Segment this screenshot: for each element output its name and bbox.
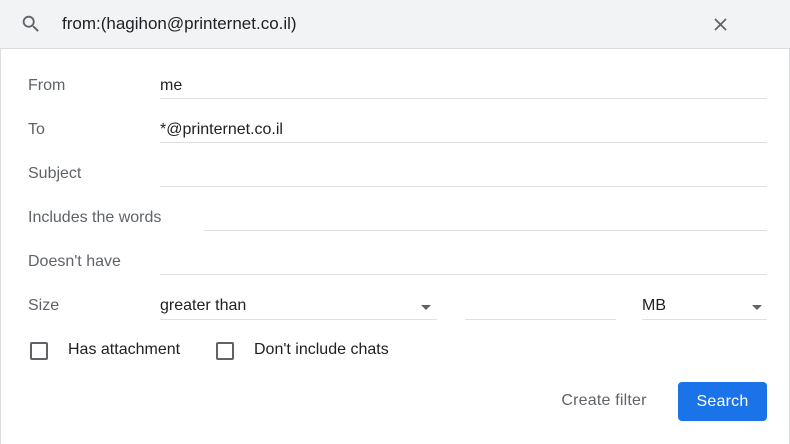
dont-include-chats-label[interactable]: Don't include chats bbox=[254, 341, 389, 359]
size-unit-value: MB bbox=[642, 297, 666, 314]
chevron-down-icon bbox=[752, 305, 762, 310]
search-icon[interactable] bbox=[20, 13, 42, 35]
size-amount-field[interactable] bbox=[465, 294, 616, 320]
size-label: Size bbox=[28, 297, 60, 314]
create-filter-button[interactable]: Create filter bbox=[549, 382, 659, 420]
has-attachment-label[interactable]: Has attachment bbox=[68, 341, 180, 359]
dont-include-chats-checkbox[interactable] bbox=[216, 342, 234, 360]
includes-words-label: Includes the words bbox=[28, 209, 162, 226]
doesnt-have-label: Doesn't have bbox=[28, 253, 121, 270]
search-bar: from:(hagihon@printernet.co.il) bbox=[0, 0, 790, 49]
size-operator-value: greater than bbox=[160, 297, 247, 314]
search-query-input[interactable]: from:(hagihon@printernet.co.il) bbox=[62, 14, 297, 34]
to-label: To bbox=[28, 121, 45, 138]
from-field[interactable]: me bbox=[160, 75, 767, 99]
close-icon[interactable] bbox=[710, 14, 731, 35]
has-attachment-checkbox[interactable] bbox=[30, 342, 48, 360]
size-operator-select[interactable]: greater than bbox=[160, 294, 437, 320]
subject-label: Subject bbox=[28, 165, 82, 182]
size-unit-select[interactable]: MB bbox=[642, 294, 767, 320]
doesnt-have-field[interactable] bbox=[160, 251, 767, 275]
includes-words-field[interactable] bbox=[204, 207, 767, 231]
from-value: me bbox=[160, 77, 183, 94]
to-value: *@printernet.co.il bbox=[160, 121, 283, 138]
to-field[interactable]: *@printernet.co.il bbox=[160, 119, 767, 143]
from-label: From bbox=[28, 77, 66, 94]
subject-field[interactable] bbox=[160, 163, 767, 187]
advanced-search-panel: From me To *@printernet.co.il Subject In… bbox=[0, 49, 790, 444]
search-button[interactable]: Search bbox=[678, 382, 767, 421]
chevron-down-icon bbox=[421, 305, 431, 310]
